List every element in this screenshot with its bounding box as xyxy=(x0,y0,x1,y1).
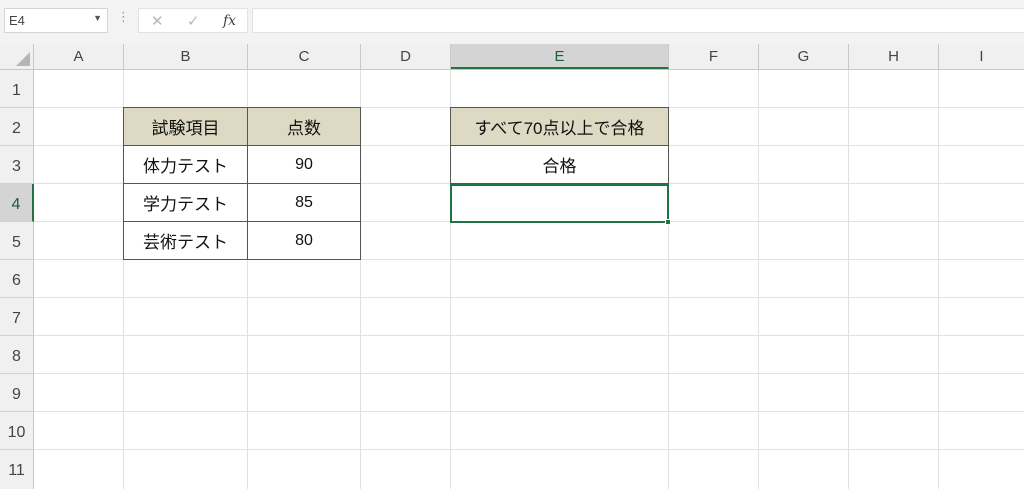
table-border xyxy=(450,107,669,108)
table-border xyxy=(247,107,248,260)
row-header-1[interactable]: 1 xyxy=(0,70,34,108)
table-border xyxy=(123,145,361,146)
table-border xyxy=(123,259,361,260)
name-box[interactable]: E4 ▼ xyxy=(4,8,108,33)
select-all-button[interactable] xyxy=(0,44,34,69)
table-border xyxy=(123,107,361,108)
column-header-g[interactable]: G xyxy=(759,44,849,69)
gridline-h xyxy=(34,297,1024,298)
formula-bar: E4 ▼ ⋮ ✕ ✓ fx xyxy=(0,0,1024,44)
row-header-10[interactable]: 10 xyxy=(0,412,34,450)
cell-b5[interactable]: 芸術テスト xyxy=(124,222,247,259)
column-header-b[interactable]: B xyxy=(124,44,248,69)
row-header-6[interactable]: 6 xyxy=(0,260,34,298)
column-header-i[interactable]: I xyxy=(939,44,1024,69)
formula-buttons: ✕ ✓ fx xyxy=(138,8,248,33)
cell-c4[interactable]: 85 xyxy=(248,184,360,221)
column-header-c[interactable]: C xyxy=(248,44,361,69)
gridline-h xyxy=(34,449,1024,450)
fill-handle[interactable] xyxy=(665,219,671,225)
gridline-h xyxy=(34,411,1024,412)
cancel-icon[interactable]: ✕ xyxy=(151,12,164,30)
gridline-h xyxy=(34,373,1024,374)
gridline-v xyxy=(938,70,939,489)
cell-b4[interactable]: 学力テスト xyxy=(124,184,247,221)
cell-b3[interactable]: 体力テスト xyxy=(124,146,247,183)
row-header-8[interactable]: 8 xyxy=(0,336,34,374)
name-box-value: E4 xyxy=(9,13,25,28)
table-border xyxy=(123,221,361,222)
chevron-down-icon[interactable]: ▼ xyxy=(93,13,102,23)
column-header-h[interactable]: H xyxy=(849,44,939,69)
gridline-h xyxy=(34,335,1024,336)
row-header-5[interactable]: 5 xyxy=(0,222,34,260)
column-header-d[interactable]: D xyxy=(361,44,451,69)
cell-c5[interactable]: 80 xyxy=(248,222,360,259)
more-vertical-icon[interactable]: ⋮ xyxy=(117,10,130,23)
insert-function-icon[interactable]: fx xyxy=(223,13,236,29)
cell-e2[interactable]: すべて70点以上で合格 xyxy=(451,108,668,145)
row-header-2[interactable]: 2 xyxy=(0,108,34,146)
formula-input[interactable] xyxy=(252,8,1024,33)
table-border xyxy=(450,107,451,184)
column-header-a[interactable]: A xyxy=(34,44,124,69)
cell-b2[interactable]: 試験項目 xyxy=(124,108,247,145)
table-border xyxy=(123,107,124,260)
table-border xyxy=(668,107,669,184)
cell-c2[interactable]: 点数 xyxy=(248,108,360,145)
enter-icon[interactable]: ✓ xyxy=(187,12,200,30)
row-header-7[interactable]: 7 xyxy=(0,298,34,336)
gridline-v xyxy=(848,70,849,489)
cell-e3[interactable]: 合格 xyxy=(451,146,668,183)
table-border xyxy=(450,145,669,146)
select-all-triangle-icon xyxy=(16,52,30,66)
table-border xyxy=(360,107,361,260)
row-header-11[interactable]: 11 xyxy=(0,450,34,489)
row-header-9[interactable]: 9 xyxy=(0,374,34,412)
gridline-v xyxy=(758,70,759,489)
column-header-e[interactable]: E xyxy=(451,44,669,69)
active-cell-e4[interactable] xyxy=(450,184,671,225)
table-border xyxy=(123,183,361,184)
column-header-f[interactable]: F xyxy=(669,44,759,69)
cell-c3[interactable]: 90 xyxy=(248,146,360,183)
column-header-bar: A B C D E F G H I xyxy=(0,44,1024,70)
row-header-3[interactable]: 3 xyxy=(0,146,34,184)
row-header-4[interactable]: 4 xyxy=(0,184,34,222)
